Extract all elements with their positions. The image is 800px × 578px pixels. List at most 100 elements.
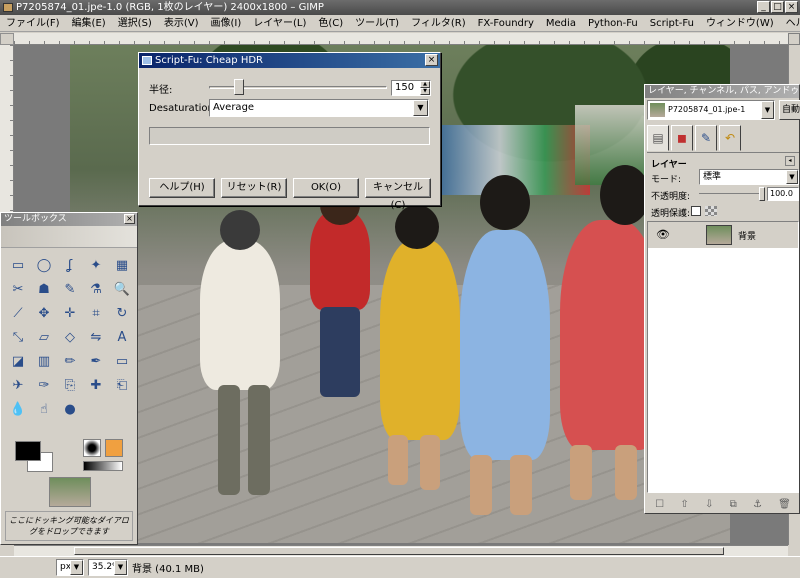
- zoom-select[interactable]: 35.2% ▼: [88, 559, 128, 576]
- zoom-icon[interactable]: 🔍: [109, 277, 135, 301]
- opacity-slider-knob[interactable]: [759, 187, 765, 201]
- align-icon[interactable]: ✛: [57, 301, 83, 325]
- menu-view[interactable]: 表示(V): [158, 15, 205, 31]
- image-selector[interactable]: P7205874_01.jpe-1 ▼: [647, 100, 775, 120]
- auto-button[interactable]: 自動: [779, 100, 800, 120]
- undo-tab-icon[interactable]: ↶: [719, 125, 741, 151]
- paths-icon[interactable]: ✎: [57, 277, 83, 301]
- unit-select[interactable]: px ▼: [56, 559, 84, 576]
- opacity-slider[interactable]: [699, 193, 763, 196]
- anchor-layer-icon[interactable]: ⚓: [753, 499, 762, 510]
- new-layer-icon[interactable]: ☐: [655, 499, 664, 510]
- maximize-button[interactable]: □: [771, 1, 784, 13]
- help-button[interactable]: ヘルプ(H): [149, 178, 215, 198]
- color-select-icon[interactable]: ▦: [109, 253, 135, 277]
- duplicate-layer-icon[interactable]: ⧉: [730, 499, 737, 510]
- ink-icon[interactable]: ✑: [31, 373, 57, 397]
- rect-select-icon[interactable]: ▭: [5, 253, 31, 277]
- flip-icon[interactable]: ⇋: [83, 325, 109, 349]
- menu-tools[interactable]: ツール(T): [349, 15, 405, 31]
- fg-bg-colors[interactable]: [15, 441, 55, 473]
- perspective-icon[interactable]: ◇: [57, 325, 83, 349]
- radius-slider-knob[interactable]: [234, 79, 245, 95]
- bucket-fill-icon[interactable]: ◪: [5, 349, 31, 373]
- move-icon[interactable]: ✥: [31, 301, 57, 325]
- clone-icon[interactable]: ⎘: [57, 373, 83, 397]
- menu-help[interactable]: ヘルプ(H): [780, 15, 800, 31]
- channels-tab-icon[interactable]: ◼: [671, 125, 693, 151]
- reset-button[interactable]: リセット(R): [221, 178, 287, 198]
- crop-icon[interactable]: ⌗: [83, 301, 109, 325]
- lasso-icon[interactable]: ʆ: [57, 253, 83, 277]
- quick-mask-toggle[interactable]: [788, 33, 800, 45]
- ok-button[interactable]: OK(O): [293, 178, 359, 198]
- dialog-title-bar[interactable]: Script-Fu: Cheap HDR ×: [139, 53, 440, 68]
- menu-colors[interactable]: 色(C): [312, 15, 349, 31]
- dodge-burn-icon[interactable]: ●: [57, 397, 83, 421]
- lock-alpha-checkbox[interactable]: [691, 206, 701, 216]
- eye-icon[interactable]: 👁: [656, 228, 670, 241]
- smudge-icon[interactable]: ☝: [31, 397, 57, 421]
- mode-select[interactable]: 標準 ▼: [699, 169, 799, 185]
- spin-down-icon[interactable]: ▼: [420, 88, 430, 95]
- dialog-close-button[interactable]: ×: [425, 54, 438, 66]
- toolbox-title-bar[interactable]: ツールボックス ×: [1, 213, 137, 226]
- layer-row[interactable]: 👁 背景: [648, 222, 798, 248]
- desaturation-select[interactable]: Average ▼: [209, 99, 429, 117]
- layers-dock-title[interactable]: レイヤー, チャンネル, パス, アンドゥ: [645, 85, 799, 98]
- pencil-icon[interactable]: ✏: [57, 349, 83, 373]
- shear-icon[interactable]: ▱: [31, 325, 57, 349]
- active-image-thumbnail[interactable]: [49, 477, 91, 507]
- dock-drop-area[interactable]: ここにドッキング可能なダイアログをドロップできます: [5, 511, 133, 541]
- measure-icon[interactable]: ⟋: [5, 301, 31, 325]
- airbrush-icon[interactable]: ✈: [5, 373, 31, 397]
- blend-icon[interactable]: ▥: [31, 349, 57, 373]
- foreground-color-swatch[interactable]: [15, 441, 41, 461]
- rotate-icon[interactable]: ↻: [109, 301, 135, 325]
- delete-layer-icon[interactable]: 🗑: [778, 499, 791, 510]
- gradient-preview[interactable]: [83, 461, 123, 471]
- close-button[interactable]: ×: [785, 1, 798, 13]
- scale-icon[interactable]: ⤡: [5, 325, 31, 349]
- horizontal-ruler[interactable]: [14, 33, 788, 45]
- toolbox-close-button[interactable]: ×: [124, 214, 135, 224]
- menu-image[interactable]: 画像(I): [205, 15, 248, 31]
- paintbrush-icon[interactable]: ✒: [83, 349, 109, 373]
- foreground-select-icon[interactable]: ☗: [31, 277, 57, 301]
- minimize-button[interactable]: _: [757, 1, 770, 13]
- opacity-spinbox[interactable]: 100.0: [767, 187, 799, 201]
- pattern-preview[interactable]: [105, 439, 123, 457]
- scrollbar-thumb[interactable]: [74, 547, 724, 555]
- menu-windows[interactable]: ウィンドウ(W): [700, 15, 780, 31]
- menu-edit[interactable]: 編集(E): [66, 15, 112, 31]
- menu-script-fu[interactable]: Script-Fu: [644, 15, 700, 31]
- menu-file[interactable]: ファイル(F): [0, 15, 66, 31]
- perspective-clone-icon[interactable]: ⎗: [109, 373, 135, 397]
- text-icon[interactable]: A: [109, 325, 135, 349]
- ruler-corner-button[interactable]: [0, 33, 14, 45]
- menu-select[interactable]: 選択(S): [112, 15, 158, 31]
- tab-menu-icon[interactable]: ◂: [785, 156, 795, 166]
- radius-spinbox[interactable]: 150 ▲ ▼: [391, 80, 431, 96]
- menu-filters[interactable]: フィルタ(R): [405, 15, 472, 31]
- menubar: ファイル(F) 編集(E) 選択(S) 表示(V) 画像(I) レイヤー(L) …: [0, 15, 800, 32]
- scissors-icon[interactable]: ✂: [5, 277, 31, 301]
- ellipse-select-icon[interactable]: ◯: [31, 253, 57, 277]
- menu-media[interactable]: Media: [540, 15, 582, 31]
- raise-layer-icon[interactable]: ⇧: [680, 499, 688, 510]
- menu-python-fu[interactable]: Python-Fu: [582, 15, 644, 31]
- paths-tab-icon[interactable]: ✎: [695, 125, 717, 151]
- lower-layer-icon[interactable]: ⇩: [705, 499, 713, 510]
- brush-preview[interactable]: [83, 439, 101, 457]
- heal-icon[interactable]: ✚: [83, 373, 109, 397]
- fuzzy-select-icon[interactable]: ✦: [83, 253, 109, 277]
- cancel-button[interactable]: キャンセル(C): [365, 178, 431, 211]
- menu-layer[interactable]: レイヤー(L): [247, 15, 312, 31]
- color-picker-icon[interactable]: ⚗: [83, 277, 109, 301]
- menu-fx-foundry[interactable]: FX-Foundry: [472, 15, 540, 31]
- horizontal-scrollbar[interactable]: [14, 545, 788, 556]
- blur-icon[interactable]: 💧: [5, 397, 31, 421]
- layers-tab-icon[interactable]: ▤: [647, 125, 669, 151]
- spin-up-icon[interactable]: ▲: [420, 81, 430, 88]
- eraser-icon[interactable]: ▭: [109, 349, 135, 373]
